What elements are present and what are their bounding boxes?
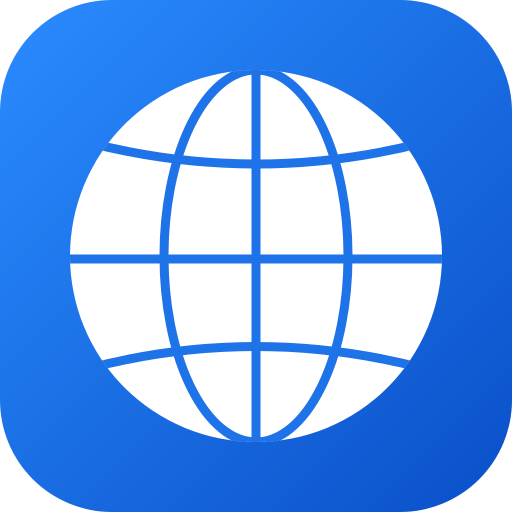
app-icon-container[interactable] [0,0,512,512]
globe-app-icon[interactable] [0,0,512,512]
